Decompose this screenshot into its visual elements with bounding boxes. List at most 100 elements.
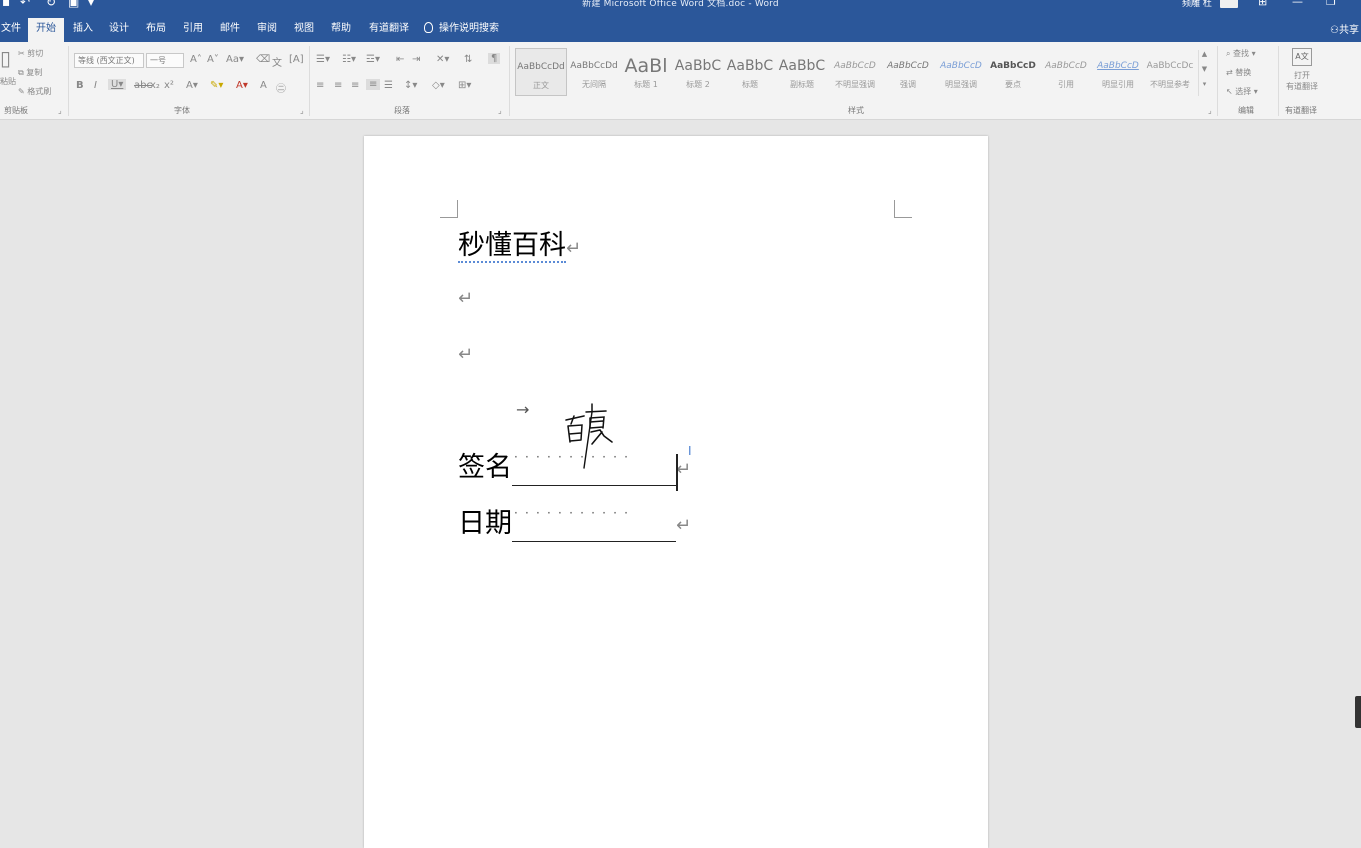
style-title[interactable]: AaBbC 标题 xyxy=(724,48,776,96)
bullets-icon[interactable]: ☰▾ xyxy=(316,54,330,65)
bold-icon[interactable]: B xyxy=(76,80,84,91)
signature-line[interactable]: 签名 ··········· ↵ xyxy=(458,450,691,490)
borders-icon[interactable]: ⊞▾ xyxy=(458,80,471,91)
style-subtitle[interactable]: AaBbC 副标题 xyxy=(776,48,828,96)
replace-icon: ⇄ xyxy=(1226,68,1236,77)
more-styles-icon[interactable]: ▾ xyxy=(1199,80,1210,95)
sort-icon[interactable]: ⇅ xyxy=(464,54,472,65)
paste-icon[interactable]: ▯ xyxy=(0,46,11,70)
clipboard-launcher-icon[interactable]: ⌟ xyxy=(58,106,62,115)
tab-review[interactable]: 审阅 xyxy=(250,18,284,42)
style-normal[interactable]: AaBbCcDd 正文 xyxy=(515,48,567,96)
ribbon-display-icon[interactable]: ⊞ xyxy=(1258,0,1267,8)
tab-design[interactable]: 设计 xyxy=(102,18,136,42)
multilevel-list-icon[interactable]: ☲▾ xyxy=(366,54,380,65)
tab-layout[interactable]: 布局 xyxy=(139,18,173,42)
highlight-icon[interactable]: ✎▾ xyxy=(210,80,223,91)
superscript-icon[interactable]: x² xyxy=(164,80,174,91)
date-line[interactable]: 日期 ··········· ↵ xyxy=(458,506,691,546)
document-title[interactable]: 秒懂百科 xyxy=(458,230,566,263)
style-heading-1[interactable]: AaBl 标题 1 xyxy=(620,48,672,96)
tab-leader-dots: ··········· xyxy=(514,506,636,520)
date-blank[interactable]: ··········· xyxy=(512,506,676,542)
tab-references[interactable]: 引用 xyxy=(176,18,210,42)
style-strong[interactable]: AaBbCcD 要点 xyxy=(987,48,1039,96)
replace-button[interactable]: ⇄ 替换 xyxy=(1226,67,1251,78)
align-center-icon[interactable]: ≡ xyxy=(334,80,342,91)
style-no-spacing[interactable]: AaBbCcDd 无间隔 xyxy=(568,48,620,96)
style-intense-quote[interactable]: AaBbCcD 明显引用 xyxy=(1092,48,1144,96)
paragraph-launcher-icon[interactable]: ⌟ xyxy=(498,106,502,115)
char-border-icon[interactable]: [A] xyxy=(289,54,304,65)
tab-file[interactable]: 文件 xyxy=(0,18,22,42)
document-title-line[interactable]: 秒懂百科↵ xyxy=(458,228,581,267)
underline-icon[interactable]: U▾ xyxy=(108,79,127,90)
style-intense-emphasis[interactable]: AaBbCcD 明显强调 xyxy=(935,48,987,96)
tab-home[interactable]: 开始 xyxy=(28,18,64,42)
style-heading-2[interactable]: AaBbC 标题 2 xyxy=(672,48,724,96)
youdao-open-label: 打开 xyxy=(1294,71,1310,80)
styles-launcher-icon[interactable]: ⌟ xyxy=(1208,106,1212,115)
user-name[interactable]: 频雕 杜 xyxy=(1182,0,1212,9)
style-subtle-emphasis[interactable]: AaBbCcD 不明显强调 xyxy=(829,48,881,96)
chinese-layout-icon[interactable]: ✕▾ xyxy=(436,54,449,65)
minimize-icon[interactable]: — xyxy=(1292,0,1303,8)
shrink-font-icon[interactable]: A˅ xyxy=(207,54,219,65)
distributed-icon[interactable]: ☰ xyxy=(384,80,393,91)
select-button[interactable]: ↖ 选择 ▾ xyxy=(1226,86,1258,97)
side-panel-tab[interactable] xyxy=(1355,696,1361,728)
format-painter-button[interactable]: ✎ 格式刷 xyxy=(18,86,51,97)
paragraph-mark: ↵ xyxy=(566,238,582,259)
share-button[interactable]: ⚇共享 xyxy=(1330,21,1359,36)
scroll-up-icon[interactable]: ▲ xyxy=(1199,50,1210,65)
style-emphasis[interactable]: AaBbCcD 强调 xyxy=(882,48,934,96)
styles-gallery-scroll[interactable]: ▲ ▼ ▾ xyxy=(1198,50,1210,96)
align-right-icon[interactable]: ≡ xyxy=(351,80,359,91)
avatar[interactable] xyxy=(1220,0,1238,8)
clear-format-icon[interactable]: ⌫ xyxy=(256,54,270,65)
shading-icon[interactable]: ◇▾ xyxy=(432,80,445,91)
font-name-select[interactable]: 等线 (西文正文) xyxy=(74,53,144,68)
justify-icon[interactable]: ≡ xyxy=(366,79,381,90)
document-page[interactable]: 秒懂百科↵ ↵ ↵ → 签名 ··········· ↵ I 日期 ·········… xyxy=(364,136,988,848)
replace-label: 替换 xyxy=(1235,68,1252,77)
align-left-icon[interactable]: ≡ xyxy=(316,80,324,91)
italic-icon[interactable]: I xyxy=(94,80,97,91)
tab-insert[interactable]: 插入 xyxy=(66,18,100,42)
scroll-down-icon[interactable]: ▼ xyxy=(1199,65,1210,80)
enclose-char-icon[interactable]: ㊁ xyxy=(276,80,286,95)
restore-icon[interactable]: ❐ xyxy=(1326,0,1336,8)
copy-button[interactable]: ⧉ 复制 xyxy=(18,67,42,78)
numbering-icon[interactable]: ☷▾ xyxy=(342,54,356,65)
phonetic-guide-icon[interactable]: 文 xyxy=(272,54,282,69)
paragraph-mark[interactable]: ↵ xyxy=(458,344,473,365)
style-label: 强调 xyxy=(900,80,916,89)
font-launcher-icon[interactable]: ⌟ xyxy=(300,106,304,115)
paste-label[interactable]: 粘贴 xyxy=(0,76,16,87)
line-spacing-icon[interactable]: ↕▾ xyxy=(404,80,417,91)
find-button[interactable]: ⌕ 查找 ▾ xyxy=(1226,48,1256,59)
subscript-icon[interactable]: x₂ xyxy=(150,80,160,91)
tell-me-search[interactable]: 操作说明搜索 xyxy=(424,20,499,38)
paragraph-mark[interactable]: ↵ xyxy=(458,288,473,309)
style-quote[interactable]: AaBbCcD 引用 xyxy=(1040,48,1092,96)
change-case-icon[interactable]: Aa▾ xyxy=(226,54,244,65)
tab-mailings[interactable]: 邮件 xyxy=(213,18,247,42)
style-preview: AaBbCcD xyxy=(1045,61,1087,71)
cut-button[interactable]: ✂ 剪切 xyxy=(18,48,43,59)
youdao-open-button[interactable]: A文 打开 有道翻译 xyxy=(1284,48,1320,92)
font-color-icon[interactable]: A▾ xyxy=(236,80,248,91)
text-effects-icon[interactable]: A▾ xyxy=(186,80,198,91)
tab-view[interactable]: 视图 xyxy=(287,18,321,42)
tab-help[interactable]: 帮助 xyxy=(324,18,358,42)
char-shading-icon[interactable]: A xyxy=(260,80,267,91)
grow-font-icon[interactable]: A˄ xyxy=(190,54,202,65)
select-label: 选择 xyxy=(1235,87,1252,96)
show-marks-icon[interactable]: ¶ xyxy=(488,53,501,64)
signature-blank[interactable]: ··········· xyxy=(512,450,676,486)
style-subtle-reference[interactable]: AaBbCcDc 不明显参考 xyxy=(1144,48,1196,96)
font-size-select[interactable]: 一号 xyxy=(146,53,184,68)
tab-youdao[interactable]: 有道翻译 xyxy=(362,18,416,42)
increase-indent-icon[interactable]: ⇥ xyxy=(412,54,420,65)
decrease-indent-icon[interactable]: ⇤ xyxy=(396,54,404,65)
